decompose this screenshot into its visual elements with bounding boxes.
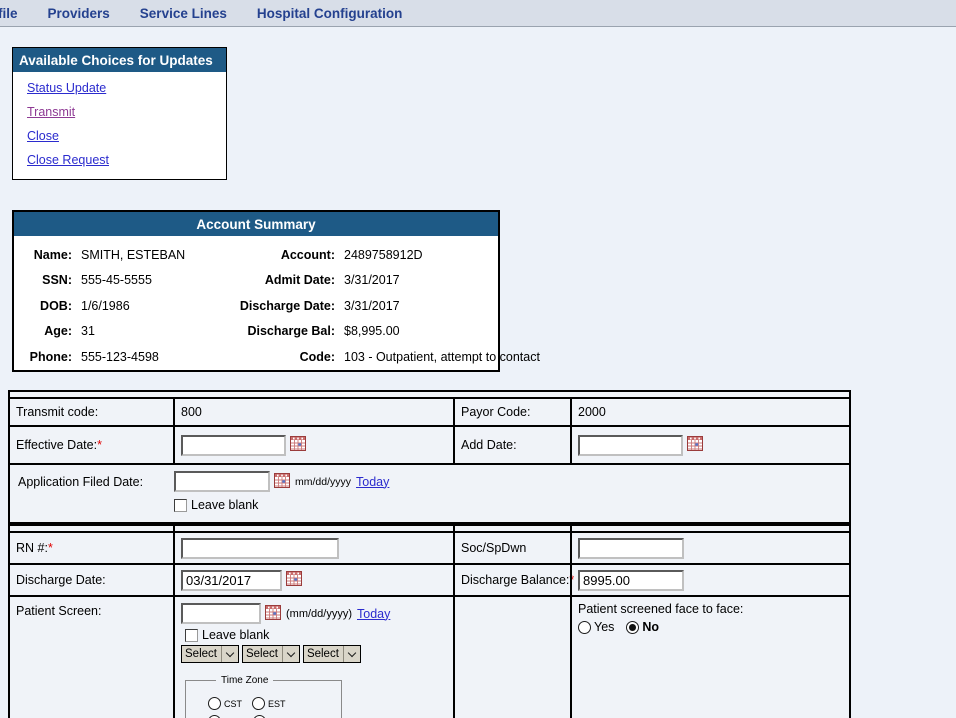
discharge-form-table: RN #:* Soc/SpDwn Discharge Date: Dischar… [8, 524, 851, 718]
leave-blank-label: Leave blank [191, 498, 258, 512]
transmit-form-table: Transmit code: 800 Payor Code: 2000 Effe… [8, 390, 851, 524]
dob-value: 1/6/1986 [81, 299, 226, 313]
account-summary-title: Account Summary [14, 212, 498, 236]
account-summary-row: SSN: 555-45-5555 Admit Date: 3/31/2017 [22, 268, 490, 294]
discharge-date-value: 3/31/2017 [344, 299, 490, 313]
name-label: Name: [22, 248, 72, 262]
face-to-face-yes[interactable]: Yes [578, 620, 614, 634]
status-update-link[interactable]: Status Update [27, 81, 226, 95]
cst-radio[interactable] [208, 697, 221, 710]
code-label: Code: [235, 350, 335, 364]
soc-spdwn-label: Soc/SpDwn [461, 541, 526, 555]
dob-label: DOB: [22, 299, 72, 313]
timezone-option-cst[interactable]: CST [208, 697, 242, 710]
nav-item-profile[interactable]: file [0, 6, 18, 21]
rn-number-input[interactable] [181, 538, 339, 559]
calendar-icon[interactable] [687, 436, 703, 454]
patient-screen-label: Patient Screen: [16, 604, 101, 618]
ssn-value: 555-45-5555 [81, 273, 226, 287]
account-summary-row: DOB: 1/6/1986 Discharge Date: 3/31/2017 [22, 293, 490, 319]
add-date-label: Add Date: [461, 438, 517, 452]
payor-code-value: 2000 [578, 405, 606, 419]
transmit-code-value: 800 [181, 405, 202, 419]
code-value: 103 - Outpatient, attempt to contact [344, 350, 540, 364]
nav-item-providers[interactable]: Providers [48, 6, 110, 21]
discharge-balance-input[interactable] [578, 570, 684, 591]
date-format-hint: mm/dd/yyyy [295, 476, 351, 488]
name-value: SMITH, ESTEBAN [81, 248, 226, 262]
today-link[interactable]: Today [356, 475, 389, 489]
effective-date-label: Effective Date:* [16, 438, 102, 452]
account-summary-row: Age: 31 Discharge Bal: $8,995.00 [22, 319, 490, 345]
time-zone-legend: Time Zone [216, 675, 273, 686]
discharge-date-input[interactable] [181, 570, 282, 591]
leave-blank-checkbox[interactable] [185, 629, 198, 642]
calendar-icon[interactable] [290, 436, 306, 454]
account-value: 2489758912D [344, 248, 490, 262]
patient-screen-date-input[interactable] [181, 603, 261, 624]
phone-value: 555-123-4598 [81, 350, 226, 364]
age-value: 31 [81, 324, 226, 338]
application-filed-date-label: Application Filed Date: [18, 475, 174, 489]
nav-item-service-lines[interactable]: Service Lines [140, 6, 227, 21]
face-to-face-no[interactable]: No [626, 620, 659, 634]
chevron-down-icon [282, 646, 299, 662]
calendar-icon[interactable] [286, 571, 302, 589]
available-choices-panel: Available Choices for Updates Status Upd… [12, 47, 227, 180]
face-to-face-cell: Patient screened face to face: Yes No [570, 597, 849, 718]
screen-select-1[interactable]: Select [181, 645, 239, 663]
calendar-icon[interactable] [265, 605, 281, 623]
close-request-link[interactable]: Close Request [27, 153, 226, 167]
today-link[interactable]: Today [357, 607, 390, 621]
yes-radio[interactable] [578, 621, 591, 634]
phone-label: Phone: [22, 350, 72, 364]
screen-select-2[interactable]: Select [242, 645, 300, 663]
age-label: Age: [22, 324, 72, 338]
face-to-face-label: Patient screened face to face: [578, 602, 743, 616]
timezone-option-est[interactable]: EST [252, 697, 286, 710]
screen-select-3[interactable]: Select [303, 645, 361, 663]
time-zone-fieldset: Time Zone CST EST MST [185, 675, 342, 718]
account-label: Account: [235, 248, 335, 262]
est-radio[interactable] [252, 697, 265, 710]
leave-blank-checkbox[interactable] [174, 499, 187, 512]
discharge-date-label: Discharge Date: [235, 299, 335, 313]
admit-date-value: 3/31/2017 [344, 273, 490, 287]
calendar-icon[interactable] [274, 473, 290, 491]
account-summary-panel: Account Summary Name: SMITH, ESTEBAN Acc… [12, 210, 500, 372]
transmit-link[interactable]: Transmit [27, 105, 226, 119]
date-format-hint: (mm/dd/yyyy) [286, 608, 352, 620]
rn-number-label: RN #:* [16, 541, 53, 555]
close-link[interactable]: Close [27, 129, 226, 143]
account-summary-row: Name: SMITH, ESTEBAN Account: 2489758912… [22, 242, 490, 268]
discharge-bal-value: $8,995.00 [344, 324, 490, 338]
chevron-down-icon [343, 646, 360, 662]
add-date-input[interactable] [578, 435, 683, 456]
payor-code-label: Payor Code: [461, 405, 530, 419]
available-choices-title: Available Choices for Updates [13, 48, 226, 72]
admit-date-label: Admit Date: [235, 273, 335, 287]
ssn-label: SSN: [22, 273, 72, 287]
no-radio[interactable] [626, 621, 639, 634]
leave-blank-label: Leave blank [202, 628, 269, 642]
transmit-code-label: Transmit code: [16, 405, 98, 419]
top-nav: file Providers Service Lines Hospital Co… [0, 0, 956, 27]
nav-item-hospital-configuration[interactable]: Hospital Configuration [257, 6, 403, 21]
discharge-bal-label: Discharge Bal: [235, 324, 335, 338]
chevron-down-icon [221, 646, 238, 662]
account-summary-row: Phone: 555-123-4598 Code: 103 - Outpatie… [22, 344, 490, 370]
discharge-balance-label: Discharge Balance:* [461, 573, 574, 587]
soc-spdwn-input[interactable] [578, 538, 684, 559]
discharge-date-field-label: Discharge Date: [16, 573, 106, 587]
application-filed-date-input[interactable] [174, 471, 270, 492]
effective-date-input[interactable] [181, 435, 286, 456]
